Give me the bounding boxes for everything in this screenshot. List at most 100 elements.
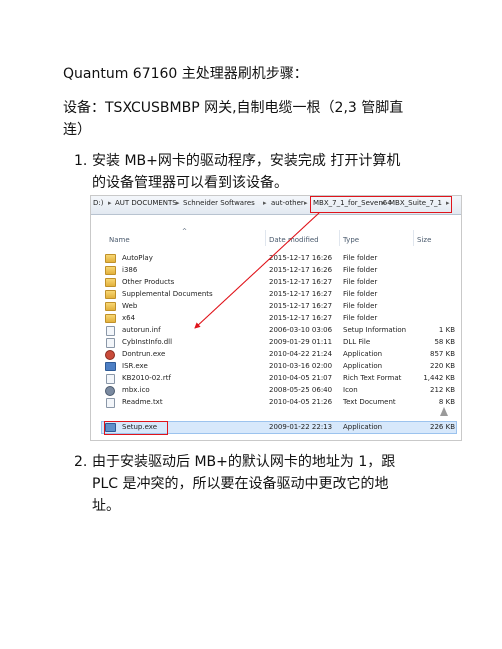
file-name: CybInstInfo.dll xyxy=(122,338,173,346)
column-header-size[interactable]: Size xyxy=(417,236,431,244)
file-name: Supplemental Documents xyxy=(122,290,213,298)
folder-icon xyxy=(105,314,116,323)
chevron-right-icon: ▸ xyxy=(108,199,112,207)
file-date: 2015-12-17 16:27 xyxy=(269,290,333,298)
file-name: mbx.ico xyxy=(122,386,150,394)
file-row[interactable]: Web 2015-12-17 16:27 File folder xyxy=(105,301,455,313)
address-segment[interactable]: D:) xyxy=(93,199,103,207)
chevron-right-icon: ▸ xyxy=(263,199,267,207)
file-row[interactable]: Other Products 2015-12-17 16:27 File fol… xyxy=(105,277,455,289)
setup-highlight-box xyxy=(104,421,168,435)
sort-up-icon: ^ xyxy=(182,228,188,235)
file-date: 2015-12-17 16:27 xyxy=(269,314,333,322)
file-name: Other Products xyxy=(122,278,175,286)
file-type: File folder xyxy=(343,254,378,262)
file-date: 2015-12-17 16:26 xyxy=(269,254,333,262)
file-date: 2015-12-17 16:27 xyxy=(269,278,333,286)
file-type: File folder xyxy=(343,266,378,274)
column-header-name[interactable]: Name xyxy=(109,236,130,244)
address-segment[interactable]: aut-other xyxy=(271,199,304,207)
file-type: File folder xyxy=(343,278,378,286)
file-name: i386 xyxy=(122,266,138,274)
file-type: Setup Information xyxy=(343,326,407,334)
equipment-line-2: 连） xyxy=(63,122,91,138)
step2-line-2: PLC 是冲突的，所以要在设备驱动中更改它的地 xyxy=(92,476,389,492)
step2-line-1: 由于安装驱动后 MB+的默认网卡的地址为 1，跟 xyxy=(92,454,396,470)
file-type: Text Document xyxy=(343,398,396,406)
address-highlight-box xyxy=(310,196,452,213)
file-row[interactable]: KB2010-02.rtf 2010-04-05 21:07 Rich Text… xyxy=(105,373,455,385)
file-type: Application xyxy=(343,423,383,431)
explorer-screenshot: D:) ▸ AUT DOCUMENTS ▸ Schneider Software… xyxy=(90,195,462,441)
folder-icon xyxy=(105,266,116,275)
file-name: Web xyxy=(122,302,138,310)
file-name: KB2010-02.rtf xyxy=(122,374,171,382)
address-bar[interactable]: D:) ▸ AUT DOCUMENTS ▸ Schneider Software… xyxy=(91,196,461,215)
column-header-type[interactable]: Type xyxy=(343,236,359,244)
ico-icon xyxy=(105,386,115,396)
text-icon xyxy=(106,398,115,408)
step1-number: 1. xyxy=(74,153,88,169)
file-size: 58 KB xyxy=(434,338,455,346)
setup-info-icon xyxy=(106,326,115,336)
rtf-icon xyxy=(106,374,115,384)
file-size: 8 KB xyxy=(438,398,455,406)
file-row[interactable]: ISR.exe 2010-03-16 02:00 Application 220… xyxy=(105,361,455,373)
file-row[interactable]: Supplemental Documents 2015-12-17 16:27 … xyxy=(105,289,455,301)
file-type: Rich Text Format xyxy=(343,374,402,382)
file-date: 2008-05-25 06:40 xyxy=(269,386,333,394)
file-name: autorun.inf xyxy=(122,326,161,334)
file-row[interactable]: x64 2015-12-17 16:27 File folder xyxy=(105,313,455,325)
file-name: x64 xyxy=(122,314,136,322)
file-date: 2010-03-16 02:00 xyxy=(269,362,333,370)
folder-icon xyxy=(105,290,116,299)
column-divider xyxy=(265,230,266,246)
folder-icon xyxy=(105,278,116,287)
file-row[interactable]: AutoPlay 2015-12-17 16:26 File folder xyxy=(105,253,455,265)
file-row[interactable]: Dontrun.exe 2010-04-22 21:24 Application… xyxy=(105,349,455,361)
file-name: Readme.txt xyxy=(122,398,163,406)
file-size: 220 KB xyxy=(430,362,455,370)
step1-line-2: 的设备管理器可以看到该设备。 xyxy=(92,175,288,191)
column-divider xyxy=(413,230,414,246)
file-name: ISR.exe xyxy=(122,362,148,370)
folder-icon xyxy=(105,254,116,263)
file-size: 857 KB xyxy=(430,350,455,358)
file-name: AutoPlay xyxy=(122,254,153,262)
file-type: Application xyxy=(343,362,383,370)
file-date: 2010-04-05 21:07 xyxy=(269,374,333,382)
step2-line-3: 址。 xyxy=(92,498,120,514)
folder-icon xyxy=(105,302,116,311)
file-row[interactable]: autorun.inf 2006-03-10 03:06 Setup Infor… xyxy=(105,325,455,337)
file-type: File folder xyxy=(343,302,378,310)
address-segment[interactable]: Schneider Softwares xyxy=(183,199,255,207)
chevron-right-icon: ▸ xyxy=(176,199,180,207)
file-date: 2015-12-17 16:27 xyxy=(269,302,333,310)
document-title: Quantum 67160 主处理器刷机步骤： xyxy=(63,66,308,82)
step1-line-1: 安装 MB+网卡的驱动程序，安装完成 打开计算机 xyxy=(92,153,401,169)
file-date: 2010-04-22 21:24 xyxy=(269,350,333,358)
app-icon xyxy=(105,350,115,360)
file-date: 2015-12-17 16:26 xyxy=(269,266,333,274)
file-row[interactable]: i386 2015-12-17 16:26 File folder xyxy=(105,265,455,277)
file-type: Application xyxy=(343,350,383,358)
file-type: File folder xyxy=(343,314,378,322)
file-row[interactable]: Readme.txt 2010-04-05 21:26 Text Documen… xyxy=(105,397,455,409)
chevron-right-icon: ▸ xyxy=(304,199,308,207)
address-segment[interactable]: AUT DOCUMENTS xyxy=(115,199,177,207)
file-size: 212 KB xyxy=(430,386,455,394)
equipment-line-1: 设备：TSXCUSBMBP 网关,自制电缆一根（2,3 管脚直 xyxy=(63,100,404,116)
file-date: 2009-01-29 01:11 xyxy=(269,338,333,346)
file-row[interactable]: CybInstInfo.dll 2009-01-29 01:11 DLL Fil… xyxy=(105,337,455,349)
file-date: 2010-04-05 21:26 xyxy=(269,398,333,406)
file-type: File folder xyxy=(343,290,378,298)
file-row[interactable]: mbx.ico 2008-05-25 06:40 Icon 212 KB xyxy=(105,385,455,397)
file-size: 1,442 KB xyxy=(423,374,455,382)
dll-icon xyxy=(106,338,115,348)
file-size: 226 KB xyxy=(430,423,455,431)
column-header-date[interactable]: Date modified xyxy=(269,236,319,244)
file-size: 1 KB xyxy=(438,326,455,334)
file-type: Icon xyxy=(343,386,358,394)
file-type: DLL File xyxy=(343,338,371,346)
step2-number: 2. xyxy=(74,454,88,470)
